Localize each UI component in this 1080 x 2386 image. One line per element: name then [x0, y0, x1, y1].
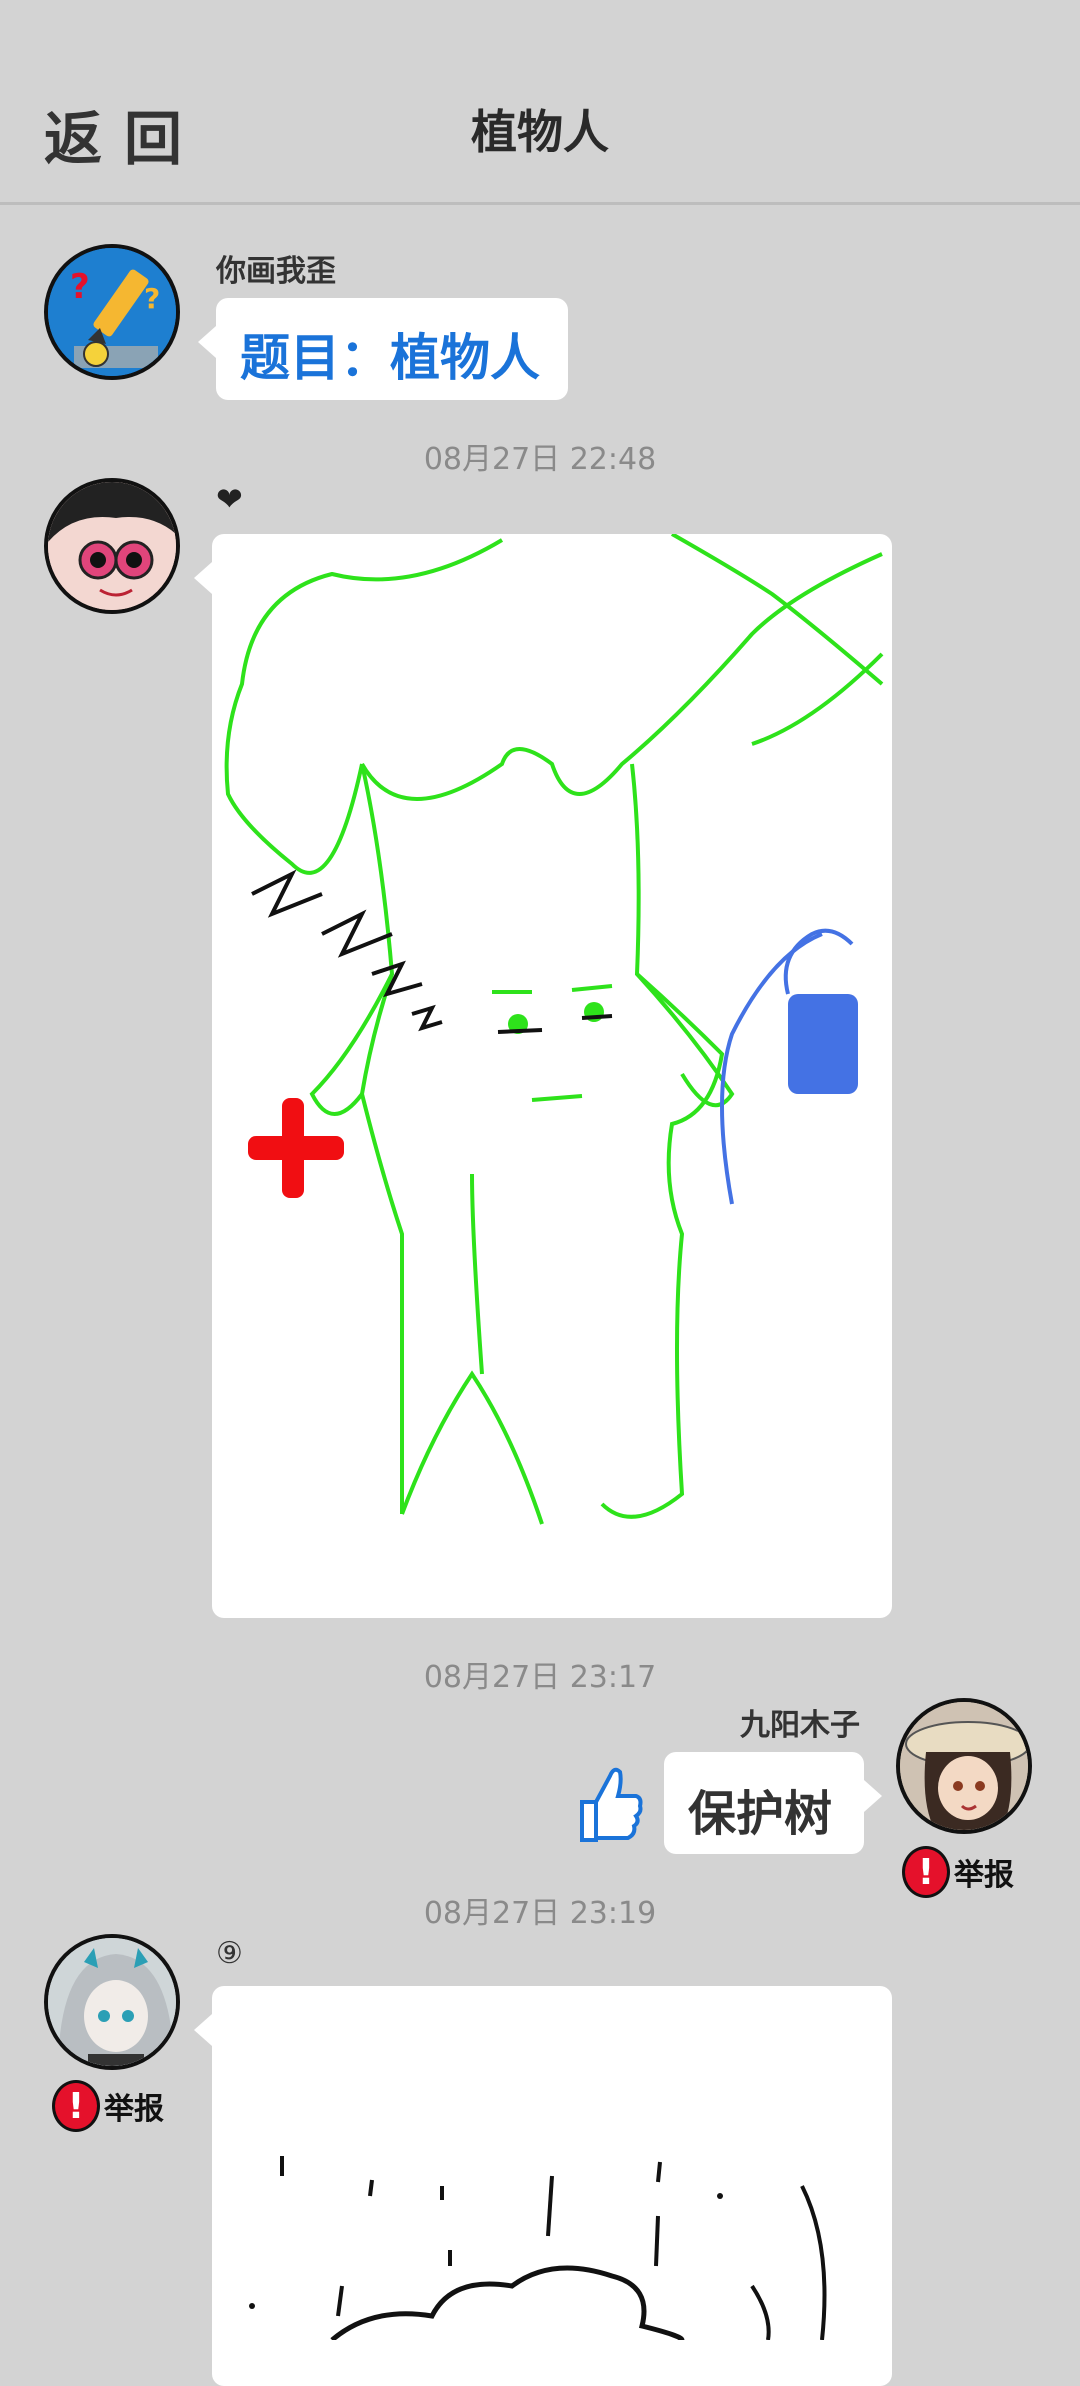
sender-name: 你画我歪: [216, 254, 336, 289]
sender-name: ❤: [216, 480, 243, 518]
timestamp: 08月27日 23:19: [423, 1896, 657, 1931]
sender-name: 九阳木子: [740, 1708, 860, 1743]
user-avatar-icon: [48, 482, 176, 610]
message-bubble: 题目：植物人: [198, 298, 568, 400]
message-bubble: 保护树: [664, 1752, 882, 1854]
avatar[interactable]: ? ?: [44, 244, 180, 380]
plant-person-drawing: [224, 532, 884, 1525]
timestamp: 08月27日 23:17: [423, 1660, 657, 1695]
guess-text: 保护树: [688, 1786, 833, 1842]
timestamp: 08月27日 22:48: [423, 442, 657, 477]
sender-name: ⑨: [216, 1936, 243, 1971]
user-avatar-icon: [48, 1938, 176, 2066]
rain-cloud-drawing: [249, 2156, 827, 2342]
drawing-bubble[interactable]: [194, 1986, 892, 2386]
like-button[interactable]: [574, 1762, 644, 1844]
top-bar: 返回 植物人: [0, 0, 1080, 205]
alert-icon: !: [52, 2080, 100, 2132]
svg-text:?: ?: [70, 267, 90, 307]
pencil-logo-icon: ? ?: [48, 248, 176, 376]
avatar[interactable]: [44, 478, 180, 614]
thumbs-up-icon: [580, 1767, 643, 1842]
page-title: 植物人: [471, 105, 609, 159]
user-avatar-icon: [900, 1702, 1028, 1830]
report-button[interactable]: ! 举报: [52, 2080, 164, 2132]
topic-text: 题目：植物人: [240, 329, 540, 387]
avatar[interactable]: [896, 1698, 1032, 1834]
svg-text:?: ?: [144, 282, 160, 315]
drawing-bubble[interactable]: [194, 532, 892, 1618]
avatar[interactable]: [44, 1934, 180, 2070]
